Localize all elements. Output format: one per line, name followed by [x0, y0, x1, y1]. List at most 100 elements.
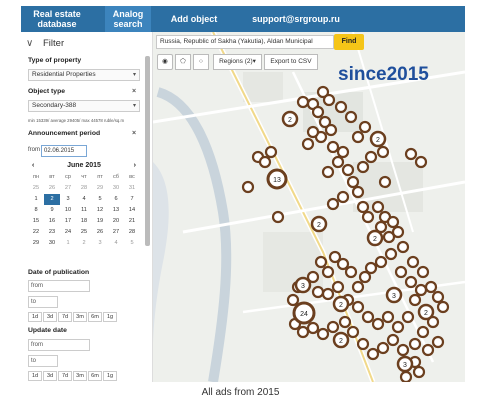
map-marker[interactable] [416, 325, 430, 339]
calendar-day[interactable]: 1 [60, 238, 76, 249]
calendar-day[interactable]: 30 [108, 183, 124, 194]
calendar-day[interactable]: 28 [76, 183, 92, 194]
map-marker-labeled[interactable]: 2 [366, 229, 384, 247]
map-marker[interactable] [351, 280, 365, 294]
quick-range-button[interactable]: 3d [43, 312, 57, 322]
map-marker[interactable] [328, 250, 342, 264]
calendar-day[interactable]: 3 [92, 238, 108, 249]
map-marker[interactable] [296, 95, 310, 109]
map-marker[interactable] [414, 155, 428, 169]
map-marker-labeled[interactable]: 2 [332, 295, 350, 313]
calendar-day[interactable]: 21 [124, 216, 140, 227]
map-marker[interactable] [321, 287, 335, 301]
calendar-day[interactable]: 28 [124, 227, 140, 238]
map-marker[interactable] [286, 293, 300, 307]
map-marker-labeled[interactable]: 2 [369, 130, 387, 148]
quick-range-button[interactable]: 1g [103, 371, 117, 381]
quick-range-button[interactable]: 3m [73, 371, 87, 381]
map-marker[interactable] [436, 300, 450, 314]
quick-range-button[interactable]: 1d [28, 312, 42, 322]
map-marker-labeled[interactable]: 3 [396, 355, 414, 373]
prev-month-icon[interactable]: ‹ [32, 159, 34, 172]
map-marker[interactable] [344, 265, 358, 279]
map-marker[interactable] [326, 320, 340, 334]
map-marker[interactable] [358, 120, 372, 134]
find-button[interactable]: Find [334, 34, 364, 50]
map-marker[interactable] [376, 341, 390, 355]
regions-dropdown[interactable]: Regions (2)▾ [213, 54, 262, 70]
map-marker[interactable] [431, 290, 445, 304]
map-marker[interactable] [358, 270, 372, 284]
calendar-day[interactable]: 27 [60, 183, 76, 194]
map-marker[interactable] [306, 125, 320, 139]
update-from-input[interactable]: from [28, 339, 90, 351]
map-marker[interactable] [341, 163, 355, 177]
draw-point-tool[interactable]: ◉ [157, 54, 173, 70]
calendar-day[interactable]: 2 [44, 194, 60, 205]
map-marker[interactable] [324, 123, 338, 137]
map-marker[interactable] [371, 317, 385, 331]
announcement-from-input[interactable]: 02.06.2015 [41, 145, 87, 157]
calendar-day[interactable]: 25 [76, 227, 92, 238]
quick-range-button[interactable]: 1g [103, 312, 117, 322]
calendar-day[interactable]: 4 [108, 238, 124, 249]
draw-circle-tool[interactable]: ○ [193, 54, 209, 70]
map-marker[interactable] [399, 370, 413, 382]
clear-object-type-icon[interactable]: × [132, 88, 136, 95]
map-marker[interactable] [391, 225, 405, 239]
map-marker[interactable] [391, 320, 405, 334]
map-marker[interactable] [331, 155, 345, 169]
map-marker[interactable] [311, 285, 325, 299]
map-marker[interactable] [416, 265, 430, 279]
map-marker[interactable] [258, 155, 272, 169]
quick-range-button[interactable]: 6m [88, 312, 102, 322]
map-marker[interactable] [336, 145, 350, 159]
map-marker[interactable] [316, 327, 330, 341]
calendar-day[interactable]: 7 [124, 194, 140, 205]
map-marker[interactable] [361, 310, 375, 324]
map-marker[interactable] [408, 337, 422, 351]
map-marker[interactable] [326, 197, 340, 211]
calendar-day[interactable]: 29 [28, 238, 44, 249]
nav-analog-search[interactable]: Analog search [105, 6, 151, 32]
quick-range-button[interactable]: 6m [88, 371, 102, 381]
calendar-day[interactable]: 27 [108, 227, 124, 238]
type-of-property-select[interactable]: Residential Properties ▾ [28, 69, 140, 81]
map-marker[interactable] [344, 110, 358, 124]
map-marker[interactable] [412, 365, 426, 379]
calendar-day[interactable]: 31 [124, 183, 140, 194]
calendar-day[interactable]: 22 [28, 227, 44, 238]
map-marker[interactable] [321, 265, 335, 279]
map-marker[interactable] [384, 247, 398, 261]
calendar-day[interactable]: 24 [60, 227, 76, 238]
map-marker[interactable] [314, 255, 328, 269]
map-marker-labeled[interactable]: 3 [294, 276, 312, 294]
map-marker[interactable] [351, 185, 365, 199]
map-marker-labeled[interactable]: 13 [266, 168, 288, 190]
map-marker[interactable] [364, 150, 378, 164]
map-marker[interactable] [396, 240, 410, 254]
calendar-day[interactable]: 17 [60, 216, 76, 227]
map-marker[interactable] [301, 137, 315, 151]
calendar-day[interactable]: 6 [108, 194, 124, 205]
calendar-day[interactable]: 20 [108, 216, 124, 227]
calendar-day[interactable]: 19 [92, 216, 108, 227]
map-marker[interactable] [361, 210, 375, 224]
map-marker[interactable] [381, 310, 395, 324]
map-marker-labeled[interactable]: 3 [385, 286, 403, 304]
calendar-day[interactable]: 4 [76, 194, 92, 205]
next-month-icon[interactable]: › [134, 159, 136, 172]
support-email-link[interactable]: support@srgroup.ru [241, 14, 351, 24]
clear-period-icon[interactable]: × [132, 130, 136, 137]
update-to-input[interactable]: to [28, 355, 58, 367]
calendar-day[interactable]: 16 [44, 216, 60, 227]
map-marker[interactable] [386, 333, 400, 347]
quick-range-button[interactable]: 7d [58, 371, 72, 381]
map-marker[interactable] [366, 347, 380, 361]
map-marker[interactable] [378, 175, 392, 189]
map-marker[interactable] [331, 280, 345, 294]
quick-range-button[interactable]: 7d [58, 312, 72, 322]
calendar-day[interactable]: 3 [60, 194, 76, 205]
map-marker[interactable] [271, 210, 285, 224]
map-marker[interactable] [311, 105, 325, 119]
